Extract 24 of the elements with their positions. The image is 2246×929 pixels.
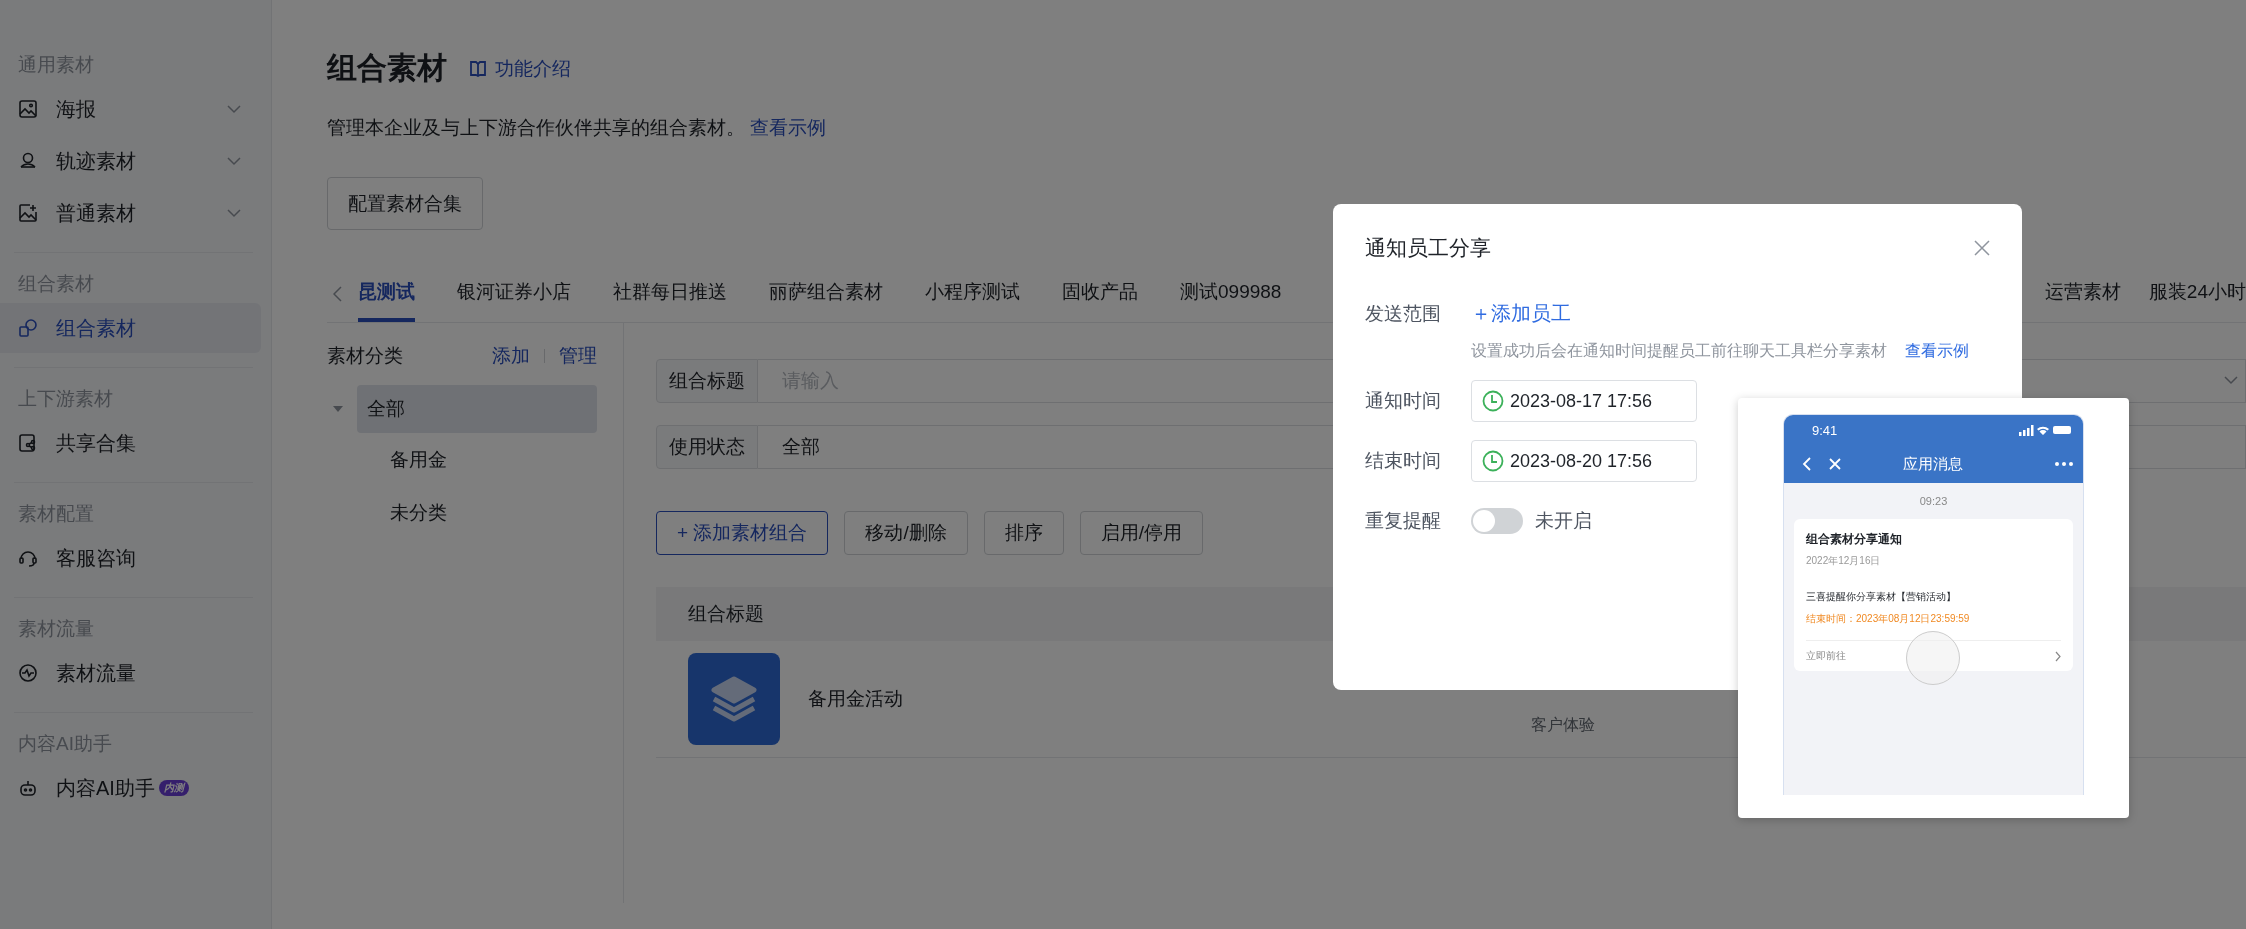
card-message: 三喜提醒你分享素材【营销活动】 [1806,590,1957,604]
field-label: 通知时间 [1365,389,1442,413]
filter-label: 组合标题 [656,359,758,403]
field-label: 重复提醒 [1365,509,1442,533]
card-title: 组合素材分享通知 [1806,531,1903,548]
category-heading: 素材分类 [327,344,403,368]
card-action: 立即前往 [1806,649,1846,663]
table-cell-text: 备用金活动 [808,687,903,711]
field-label: 发送范围 [1365,301,1442,326]
filter-label: 使用状态 [656,425,758,469]
status-time: 9:41 [1812,422,1838,438]
beta-badge: 内测 [158,780,189,796]
dialog-title: 通知员工分享 [1365,235,1491,261]
page-title: 组合素材 [327,50,447,86]
hint-text: 设置成功后会在通知时间提醒员工前往聊天工具栏分享素材 [1471,341,1887,361]
message-time: 09:23 [1918,495,1949,507]
card-deadline: 结束时间：2023年08月12日23:59:59 [1806,612,1971,626]
card-date: 2022年12月16日 [1806,554,1882,568]
page-description: 管理本企业及与上下游合作伙伴共享的组合素材。 [327,117,745,138]
table-cell-text: 客户体验 [1531,715,1595,735]
toggle-state-text: 未开启 [1535,509,1592,533]
column-header: 组合标题 [688,602,764,626]
field-label: 结束时间 [1365,449,1442,473]
nav-title: 应用消息 [1902,454,1964,474]
